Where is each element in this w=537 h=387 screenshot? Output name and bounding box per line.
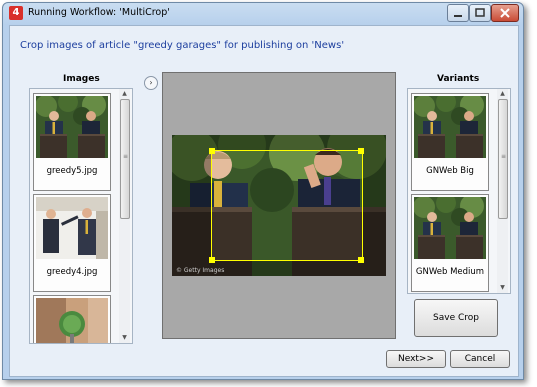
crop-handle-bottom-right[interactable] [358,257,364,263]
images-scrollbar[interactable]: ▲ ≡ ▼ [119,89,130,343]
scroll-up-icon[interactable]: ▲ [119,89,130,98]
scroll-thumb[interactable]: ≡ [498,99,508,219]
crop-preview-area[interactable]: © Getty Images [162,72,396,339]
instruction-headline: Crop images of article "greedy garages" … [20,40,345,51]
variant-name: GNWeb Big [426,166,474,176]
next-button[interactable]: Next>> [386,350,446,368]
window-title: Running Workflow: 'MultiCrop' [28,7,170,18]
title-bar[interactable]: 4 Running Workflow: 'MultiCrop' [3,3,523,25]
image-filename: greedy4.jpg [46,267,98,277]
crop-handle-top-right[interactable] [358,148,364,154]
image-tile[interactable]: greedy4.jpg [33,194,111,292]
variant-name: GNWeb Medium [415,267,485,277]
variants-scrollbar[interactable]: ▲ ≡ ▼ [497,89,508,293]
close-button[interactable] [491,4,519,22]
dialog-content: Crop images of article "greedy garages" … [9,25,519,377]
maximize-button[interactable] [469,4,491,22]
chevron-right-icon[interactable]: › [144,76,158,90]
image-tile[interactable] [33,295,111,344]
close-icon [500,8,510,18]
image-tile[interactable]: greedy5.jpg [33,93,111,191]
variants-list[interactable]: GNWeb Big GNWeb Medium ▲ ≡ ▼ [407,88,511,294]
scroll-down-icon[interactable]: ▼ [497,283,508,292]
image-thumbnail [36,298,108,344]
minimize-icon [454,15,462,17]
variant-tile[interactable]: GNWeb Big [411,93,489,191]
app-logo-icon: 4 [9,6,23,20]
image-filename: greedy5.jpg [46,166,98,176]
scroll-thumb[interactable]: ≡ [120,99,130,219]
crop-handle-top-left[interactable] [209,148,215,154]
images-label: Images [63,74,100,84]
variant-thumbnail [414,96,486,158]
scroll-up-icon[interactable]: ▲ [497,89,508,98]
preview-photo[interactable]: © Getty Images [172,135,386,276]
image-thumbnail [36,197,108,259]
maximize-icon [475,8,485,17]
scroll-down-icon[interactable]: ▼ [119,333,130,342]
images-list[interactable]: greedy5.jpg greedy4.jpg ▲ ≡ ▼ [29,88,133,344]
minimize-button[interactable] [447,4,469,22]
crop-handle-bottom-left[interactable] [209,257,215,263]
grip-icon: ≡ [501,153,507,160]
crop-selection[interactable] [211,150,363,261]
variant-tile[interactable]: GNWeb Medium [411,194,489,292]
save-crop-button[interactable]: Save Crop [414,299,498,337]
cancel-button[interactable]: Cancel [450,350,510,368]
image-thumbnail [36,96,108,158]
grip-icon: ≡ [123,153,129,160]
photo-watermark: © Getty Images [176,267,225,274]
variant-thumbnail [414,197,486,259]
variants-label: Variants [437,74,480,84]
workflow-dialog: 4 Running Workflow: 'MultiCrop' Crop ima… [2,2,524,380]
